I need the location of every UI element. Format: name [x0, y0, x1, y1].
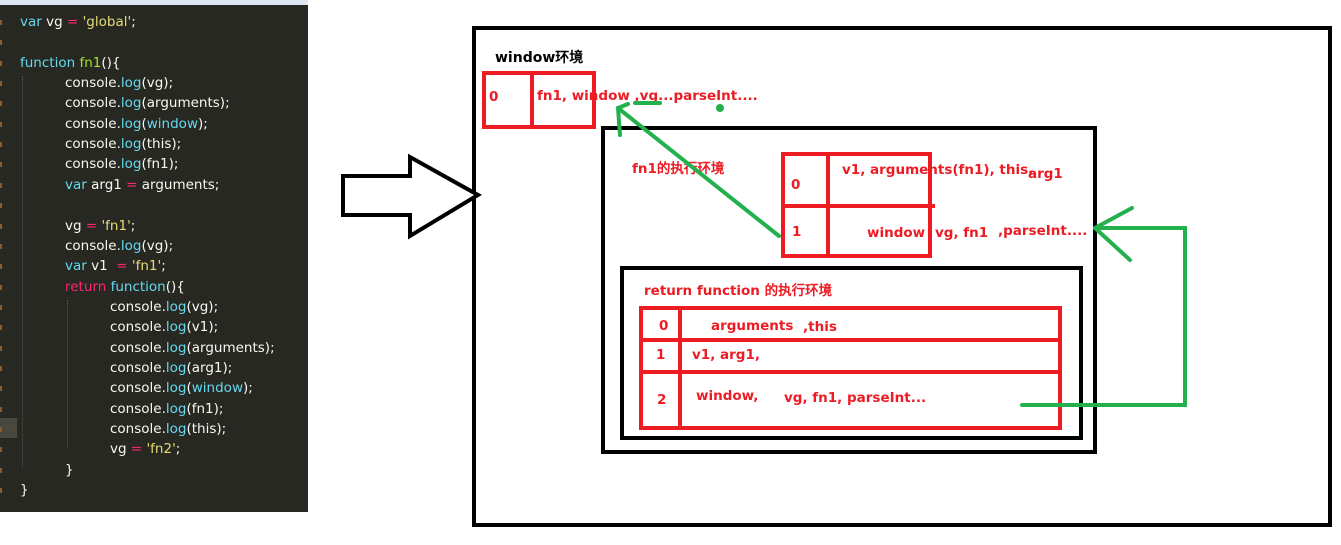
- return-fn-env-title: return function 的执行环境: [644, 282, 833, 299]
- ret-row0-this: ,this: [803, 319, 837, 335]
- fn1-row0-vars: v1, arguments(fn1), this,: [842, 162, 1033, 178]
- fn1-row0-index: 0: [791, 177, 800, 193]
- ret-row2-window: window,: [696, 388, 758, 404]
- ret-row2-vars: vg, fn1, parseInt...: [784, 390, 926, 406]
- ret-row0-index: 0: [659, 318, 668, 334]
- fn1-row1-window: window: [867, 225, 925, 241]
- ret-row2-index: 2: [657, 392, 666, 408]
- fn1-row1-index: 1: [792, 224, 801, 240]
- fn1-row1-vars: vg, fn1: [935, 225, 988, 241]
- right-arrow-icon: [341, 153, 482, 240]
- ret-row0-arguments: arguments: [711, 318, 793, 334]
- fn1-row1-parseint: ,parseInt....: [998, 223, 1087, 239]
- scope-chain-diagram: window环境 0 fn1, window ,vg...parseInt...…: [341, 26, 1332, 527]
- window-env-title: window环境: [495, 49, 583, 66]
- ret-row1-index: 1: [656, 347, 665, 363]
- ret-row1-vars: v1, arg1,: [692, 347, 760, 363]
- window-env-index: 0: [489, 89, 498, 105]
- fn1-row0-extra: arg1: [1028, 166, 1063, 182]
- return-fn-env-table: [639, 306, 1062, 430]
- fn1-env-title: fn1的执行环境: [632, 160, 725, 177]
